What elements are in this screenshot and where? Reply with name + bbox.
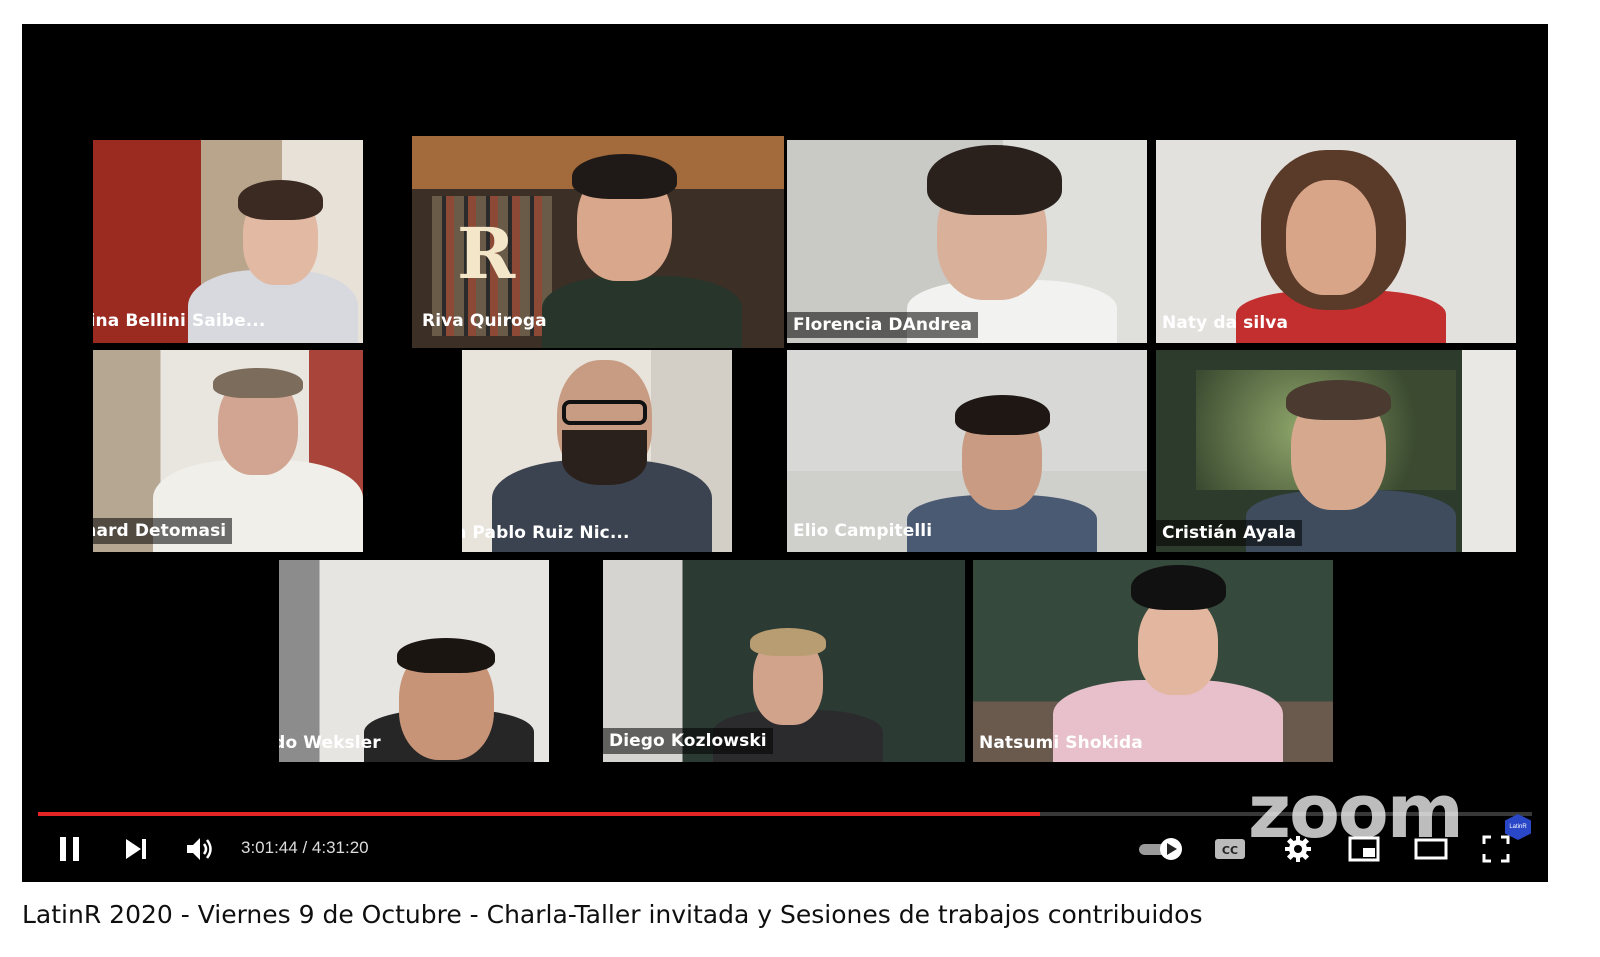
participant-tile: Juan Pablo Ruiz Nic...: [462, 350, 732, 552]
pause-icon: [60, 837, 79, 861]
autoplay-toggle[interactable]: [1136, 832, 1186, 866]
participant-name: Naty da silva: [1162, 313, 1289, 333]
participant-name: Yanina Bellini Saibe...: [93, 311, 266, 331]
pause-button[interactable]: [52, 832, 88, 866]
settings-button[interactable]: [1280, 832, 1316, 866]
player-controls: 3:01:44 / 4:31:20 CC: [22, 824, 1548, 874]
video-player[interactable]: Yanina Bellini Saibe... R Riva Quiroga F…: [22, 24, 1548, 882]
participant-name: Juan Pablo Ruiz Nic...: [462, 523, 630, 543]
next-button[interactable]: [118, 832, 154, 866]
theater-mode-icon: [1414, 838, 1448, 860]
autoplay-toggle-icon: [1139, 838, 1182, 860]
fullscreen-icon: [1482, 835, 1510, 863]
participant-tile: Diego Kozlowski: [603, 560, 965, 762]
participant-tile: Guido Weksler: [279, 560, 549, 762]
participant-name: Richard Detomasi: [93, 518, 233, 544]
progress-bar-played: [38, 812, 1041, 816]
progress-bar[interactable]: [38, 812, 1532, 816]
channel-logo-text: LatinR: [1509, 824, 1527, 830]
participant-tile: Elio Campitelli: [787, 350, 1147, 552]
captions-button[interactable]: CC: [1212, 832, 1248, 866]
cc-icon: CC: [1215, 839, 1245, 859]
svg-text:CC: CC: [1222, 844, 1238, 857]
volume-icon: [187, 838, 212, 860]
participant-tile: Naty da silva: [1156, 140, 1516, 343]
participant-name: Diego Kozlowski: [603, 728, 773, 754]
participant-name: Florencia DAndrea: [787, 312, 979, 338]
participant-tile: Yanina Bellini Saibe...: [93, 140, 363, 343]
participant-tile: Natsumi Shokida: [973, 560, 1333, 762]
participant-name: Riva Quiroga: [422, 311, 547, 331]
miniplayer-button[interactable]: [1346, 832, 1382, 866]
participant-name: Cristián Ayala: [1156, 520, 1303, 546]
participant-tile: Cristián Ayala: [1156, 350, 1516, 552]
participant-tile: Richard Detomasi: [93, 350, 363, 552]
participant-name: Guido Weksler: [279, 733, 381, 753]
settings-gear-icon: [1285, 836, 1311, 862]
fullscreen-button[interactable]: [1478, 832, 1514, 866]
participant-tile: Florencia DAndrea: [787, 140, 1147, 343]
theater-mode-button[interactable]: [1412, 832, 1450, 866]
video-title: LatinR 2020 - Viernes 9 de Octubre - Cha…: [22, 900, 1203, 929]
volume-button[interactable]: [182, 832, 218, 866]
miniplayer-icon: [1348, 836, 1380, 862]
time-display: 3:01:44 / 4:31:20: [241, 838, 369, 857]
next-icon: [126, 839, 146, 859]
participant-name: Elio Campitelli: [793, 521, 933, 541]
participant-tile-active-speaker: R Riva Quiroga: [412, 136, 784, 348]
participant-name: Natsumi Shokida: [979, 733, 1143, 753]
